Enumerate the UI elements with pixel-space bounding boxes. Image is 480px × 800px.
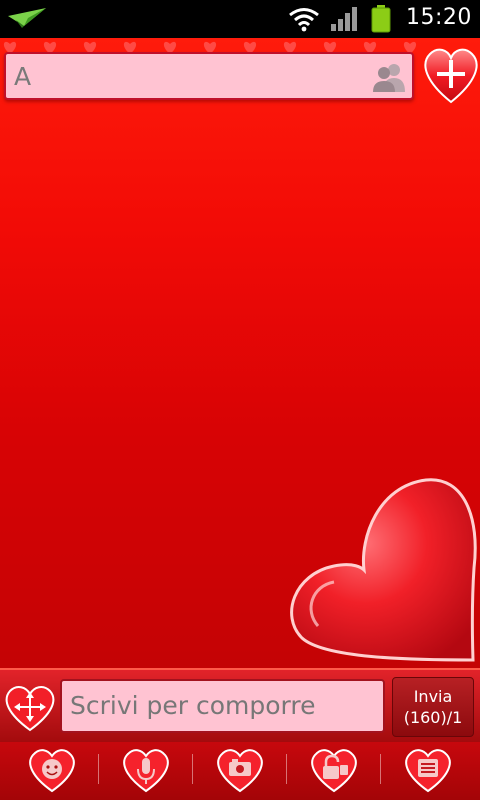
attach-heart-button[interactable] [4,684,56,732]
toolbar-separator [380,754,381,784]
recipient-field[interactable]: A [4,52,414,100]
recipient-placeholder: A [14,62,32,91]
templates-icon[interactable] [404,747,452,793]
toolbar-separator [192,754,193,784]
add-photo-icon[interactable] [216,747,264,793]
add-recipient-heart-button[interactable] [422,46,480,104]
paper-plane-notification-icon [8,8,46,28]
microphone-icon[interactable] [122,747,170,793]
status-clock: 15:20 [406,5,472,30]
send-counter: (160)/1 [403,708,463,727]
toolbar-separator [98,754,99,784]
send-button[interactable]: Invia (160)/1 [392,677,474,737]
signal-strength-icon [331,7,357,31]
battery-icon [371,5,391,33]
status-bar: 15:20 [0,0,480,38]
send-label: Invia [413,687,453,706]
unlock-attachment-icon[interactable] [310,747,358,793]
bottom-toolbar [0,742,480,800]
contacts-icon[interactable] [372,62,406,92]
wifi-icon [289,8,319,32]
message-composer: Scrivi per comporre Invia (160)/1 [0,668,480,742]
emoticon-icon[interactable] [28,747,76,793]
conversation-area: A [0,38,480,668]
toolbar-separator [286,754,287,784]
message-input[interactable]: Scrivi per comporre [60,679,385,733]
big-heart-decoration [290,478,477,662]
